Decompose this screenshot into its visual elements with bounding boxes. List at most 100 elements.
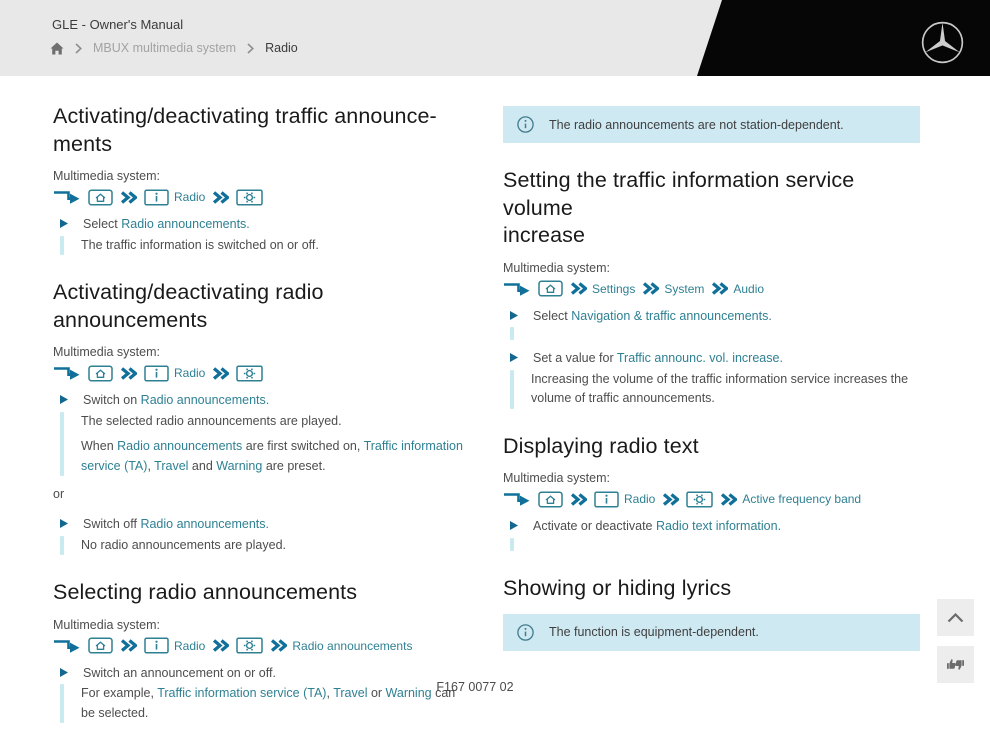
step-result <box>503 538 920 552</box>
result-accent-bar <box>60 411 64 477</box>
instruction-step: Switch off Radio announcements. <box>53 515 466 534</box>
feedback-button[interactable] <box>937 646 974 683</box>
home-icon <box>538 280 563 297</box>
double-chevron-icon <box>212 366 230 380</box>
result-paragraph: The selected radio announcements are pla… <box>81 412 466 431</box>
manual-title: GLE - Owner's Manual <box>52 17 184 32</box>
ui-term: Radio text information. <box>655 519 782 534</box>
double-chevron-icon <box>212 639 230 652</box>
section-heading: Showing or hiding lyrics <box>503 576 732 601</box>
scroll-to-top-button[interactable] <box>937 599 974 636</box>
or-divider: or <box>53 487 65 502</box>
ui-term: Radio announcements. <box>140 393 270 408</box>
right-column: The radio announcements are not station-… <box>503 103 920 734</box>
multimedia-system-label: Multimedia system: <box>53 345 160 360</box>
menu-path-label: Settings <box>592 281 636 296</box>
section-heading: Activating/deactivating radio announceme… <box>53 280 324 332</box>
text-segment: are first switched on, <box>242 439 364 454</box>
double-chevron-icon <box>120 366 137 380</box>
result-text: Increasing the volume of the traffic inf… <box>531 370 920 409</box>
menu-path-label: Radio announcements <box>292 638 413 653</box>
menu-path: Radio Active frequency band <box>503 490 920 508</box>
section-heading: Activating/deactivating traffic announce… <box>53 104 437 156</box>
step-result: The traffic information is switched on o… <box>53 235 466 256</box>
result-accent-bar <box>510 538 514 552</box>
result-accent-bar <box>510 327 514 341</box>
menu-path-label: Active frequency band <box>742 492 862 507</box>
info-key-icon <box>144 365 169 382</box>
breadcrumb-item-radio: Radio <box>265 41 298 55</box>
double-chevron-icon <box>270 639 288 652</box>
result-accent-bar <box>60 535 64 556</box>
gear-icon <box>236 188 264 206</box>
text-segment: When <box>81 439 118 454</box>
gear-icon <box>686 491 714 508</box>
section-heading: Setting the traffic information service … <box>503 168 855 248</box>
step-result: Increasing the volume of the traffic inf… <box>503 370 920 409</box>
step-bullet-icon <box>510 353 518 363</box>
menu-path: Radio Radio announcements <box>53 637 466 655</box>
text-segment: Switch an announcement on or off. <box>83 665 276 680</box>
step-bullet-icon <box>510 310 518 320</box>
gear-icon <box>236 637 264 654</box>
instruction-text: Set a value for Traffic announc. vol. in… <box>533 349 783 368</box>
step-result: The selected radio announcements are pla… <box>53 411 466 477</box>
home-icon[interactable] <box>50 42 64 55</box>
step-result: No radio announcements are played. <box>53 535 466 556</box>
multimedia-system-label: Multimedia system: <box>503 471 610 486</box>
result-paragraph: The traffic information is switched on o… <box>81 236 319 255</box>
chevron-up-icon <box>947 612 964 623</box>
result-text: The selected radio announcements are pla… <box>81 412 466 476</box>
breadcrumb-item-mbux[interactable]: MBUX multimedia system <box>93 41 236 55</box>
result-text: No radio announcements are played. <box>81 536 286 555</box>
breadcrumb-separator-icon <box>75 42 82 54</box>
result-paragraph: No radio announcements are played. <box>81 536 286 555</box>
text-segment: No radio announcements are played. <box>81 537 286 552</box>
text-segment: Increasing the volume of the traffic inf… <box>531 372 909 406</box>
feedback-thumbs-icon <box>946 657 965 672</box>
breadcrumb-separator-icon <box>247 42 255 54</box>
instruction-text: Activate or deactivate Radio text inform… <box>533 517 781 536</box>
breadcrumb: MBUX multimedia system Radio <box>50 41 298 55</box>
ui-term: Navigation & traffic announcements. <box>571 308 772 323</box>
start-arrow-icon <box>53 638 81 654</box>
document-code: F167 0077 02 <box>436 680 514 694</box>
home-icon <box>538 491 563 508</box>
step-bullet-icon <box>60 219 68 229</box>
info-note: The function is equipment-dependent. <box>503 613 920 651</box>
header-black-band <box>697 0 990 76</box>
info-key-icon <box>144 637 169 654</box>
home-icon <box>88 365 113 382</box>
double-chevron-icon <box>642 282 660 295</box>
double-chevron-icon <box>212 190 230 204</box>
ui-term: Traffic announc. vol. increase. <box>616 351 783 366</box>
info-circle-icon <box>517 116 534 133</box>
instruction-step: Select Navigation & traffic announcement… <box>503 307 920 326</box>
text-segment: The selected radio announcements are pla… <box>81 413 342 428</box>
instruction-step: Select Radio announcements. <box>53 215 466 234</box>
menu-path: Radio <box>53 364 466 382</box>
info-circle-icon <box>517 623 534 641</box>
result-accent-bar <box>60 235 64 256</box>
instruction-step: Set a value for Traffic announc. vol. in… <box>503 349 920 368</box>
start-arrow-icon <box>503 491 531 507</box>
result-accent-bar <box>510 370 514 409</box>
menu-path-label: Radio <box>174 366 206 381</box>
double-chevron-icon <box>662 493 680 506</box>
ui-term: Warning <box>216 458 263 473</box>
text-segment: Activate or deactivate <box>533 519 656 534</box>
instruction-text: Switch off Radio announcements. <box>83 515 269 534</box>
instruction-step: Switch on Radio announcements. <box>53 391 466 410</box>
start-arrow-icon <box>53 365 81 381</box>
step-result <box>503 327 920 341</box>
text-segment: Select <box>83 217 122 232</box>
home-icon <box>88 188 113 206</box>
menu-path: Settings System Audio <box>503 280 920 298</box>
text-segment: and <box>188 458 217 473</box>
double-chevron-icon <box>720 493 738 506</box>
ui-term: Radio announcements <box>117 439 243 454</box>
home-icon <box>88 637 113 654</box>
left-column: Activating/deactivating traffic announce… <box>53 103 466 734</box>
section-heading: Selecting radio announcements <box>53 580 358 605</box>
ui-term: Radio announcements. <box>121 217 250 232</box>
